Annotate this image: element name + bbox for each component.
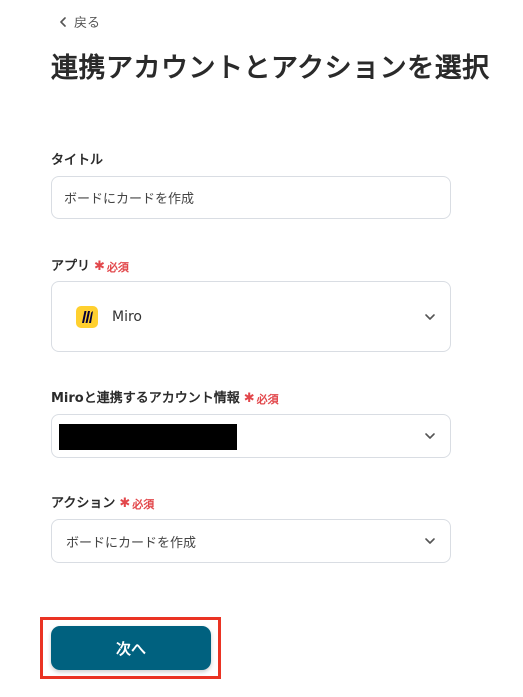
- action-select-value: ボードにカードを作成: [66, 535, 197, 551]
- page-title: 連携アカウントとアクションを選択: [51, 53, 490, 84]
- back-link[interactable]: 戻る: [58, 12, 100, 31]
- action-field-label: アクション ✱ 必須: [51, 492, 154, 512]
- title-input-value: ボードにカードを作成: [64, 192, 195, 207]
- title-input[interactable]: ボードにカードを作成: [51, 176, 451, 219]
- chevron-down-icon: [425, 433, 435, 439]
- account-label-text: Miroと連携するアカウント情報: [51, 391, 240, 406]
- next-button[interactable]: 次へ: [51, 626, 211, 670]
- required-asterisk-icon: ✱: [243, 391, 255, 406]
- chevron-left-icon: [60, 16, 66, 27]
- required-badge: ✱ 必須: [244, 391, 279, 407]
- title-label-text: タイトル: [51, 153, 104, 168]
- account-select[interactable]: [51, 414, 451, 458]
- chevron-down-icon: [425, 313, 435, 320]
- required-asterisk-icon: ✱: [94, 259, 105, 274]
- app-select[interactable]: Miro: [51, 281, 451, 352]
- required-text: 必須: [132, 497, 155, 511]
- redacted-account-value: [59, 424, 237, 450]
- required-badge: ✱ 必須: [94, 259, 129, 275]
- page: 戻る 連携アカウントとアクションを選択 タイトル ボードにカードを作成 アプリ …: [0, 0, 523, 697]
- selected-app-name: Miro: [112, 308, 142, 325]
- required-text: 必須: [106, 260, 129, 274]
- back-label: 戻る: [74, 16, 101, 31]
- required-text: 必須: [256, 392, 279, 406]
- action-select[interactable]: ボードにカードを作成: [51, 519, 451, 563]
- required-asterisk-icon: ✱: [119, 496, 131, 511]
- chevron-down-icon: [425, 538, 435, 544]
- account-field-label: Miroと連携するアカウント情報 ✱ 必須: [51, 387, 279, 407]
- app-field-label: アプリ ✱ 必須: [51, 255, 129, 275]
- required-badge: ✱ 必須: [119, 496, 154, 512]
- action-label-text: アクション: [51, 496, 116, 511]
- miro-logo-icon: [76, 305, 98, 328]
- app-label-text: アプリ: [51, 259, 91, 274]
- title-field-label: タイトル: [51, 149, 103, 168]
